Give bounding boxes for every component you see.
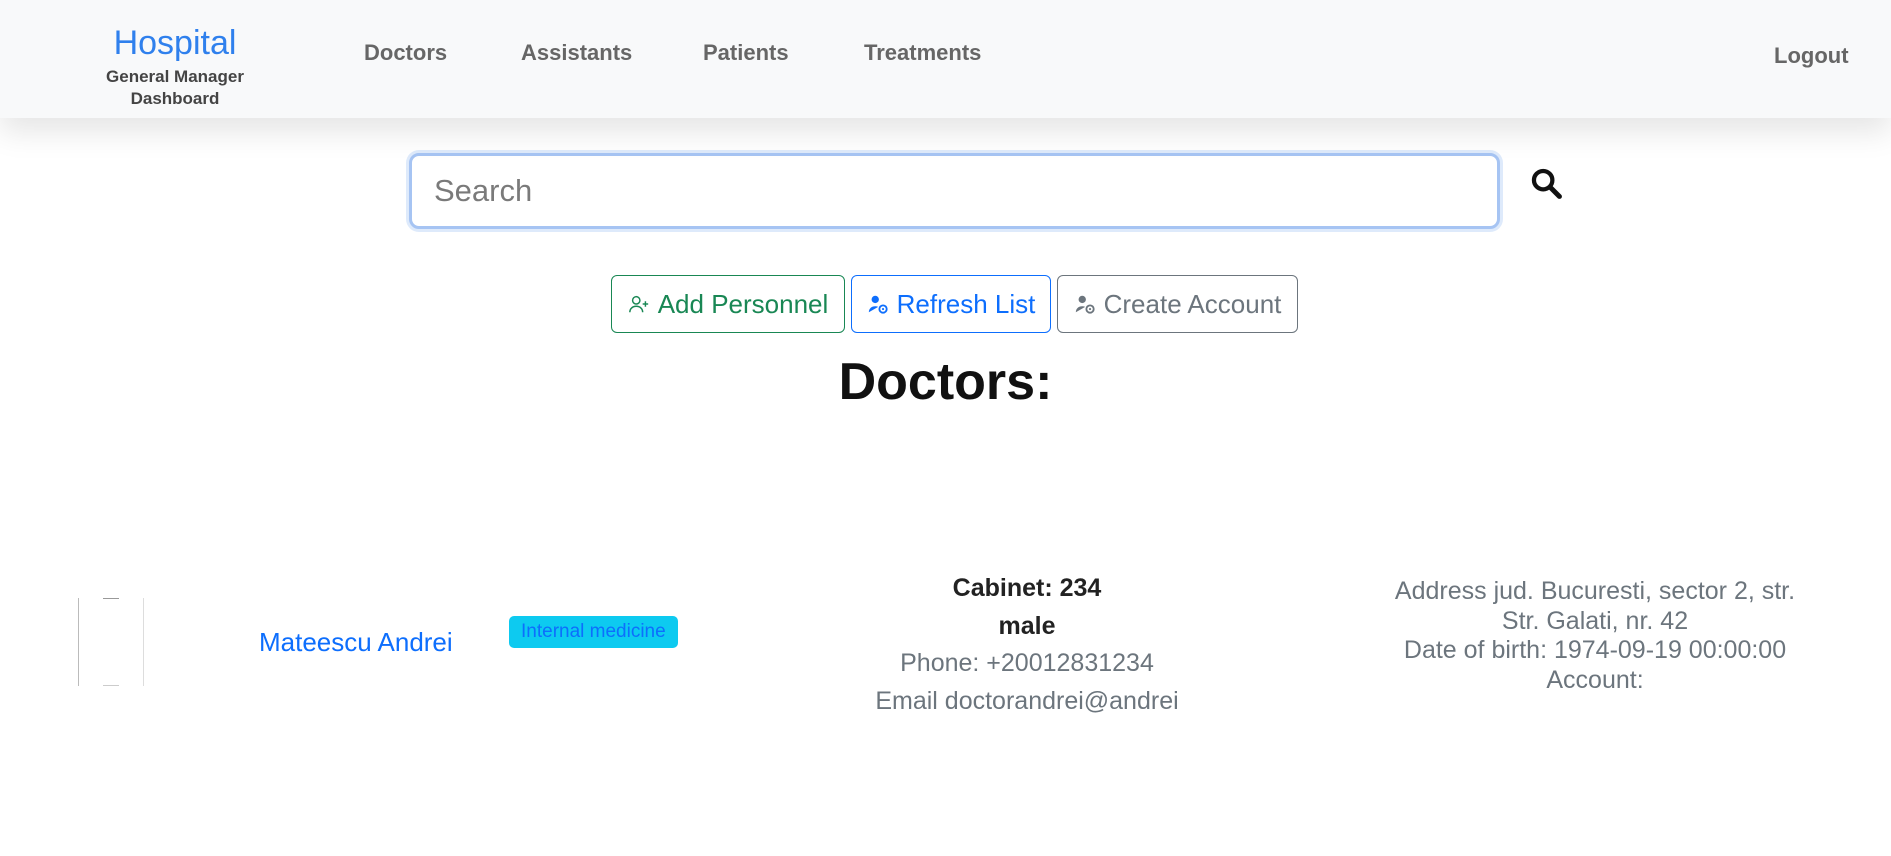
nav-link-treatments[interactable]: Treatments [864, 40, 981, 66]
search-field[interactable] [409, 153, 1500, 229]
search-input[interactable] [412, 156, 1497, 226]
cabinet-text: Cabinet: 234 [952, 574, 1102, 602]
nav-link-patients[interactable]: Patients [703, 40, 789, 66]
person-gear-icon [1075, 295, 1095, 314]
address-line-2: Str. Galati, nr. 42 [1501, 606, 1689, 635]
create-account-button[interactable]: Create Account [1057, 275, 1298, 333]
nav-link-doctors[interactable]: Doctors [364, 40, 447, 66]
email-text: Email doctorandrei@andrei [875, 686, 1179, 715]
add-personnel-button[interactable]: Add Personnel [611, 275, 845, 333]
specialty-badge: Internal medicine [509, 616, 678, 648]
brand-title[interactable]: Hospital [60, 22, 290, 64]
create-account-label: Create Account [1103, 288, 1282, 319]
search-icon[interactable] [1529, 166, 1563, 200]
doctor-name-link[interactable]: Mateescu Andrei [259, 627, 453, 658]
avatar [78, 598, 144, 686]
address-line-1: Address jud. Bucuresti, sector 2, str. [1394, 577, 1796, 605]
doctor-contact: Cabinet: 234 male Phone: +20012831234 Em… [820, 570, 1234, 720]
gender-text: male [998, 611, 1056, 640]
account-text: Account: [1546, 665, 1644, 694]
brand[interactable]: Hospital General Manager Dashboard [60, 22, 290, 110]
nav-link-assistants[interactable]: Assistants [521, 40, 632, 66]
phone-text: Phone: +20012831234 [900, 649, 1154, 677]
dob-text: Date of birth: 1974-09-19 00:00:00 [1403, 636, 1787, 664]
logout-link[interactable]: Logout [1774, 43, 1849, 69]
brand-subtitle: General Manager Dashboard [106, 67, 244, 108]
refresh-list-label: Refresh List [896, 288, 1036, 319]
section-title: Doctors: [838, 353, 1053, 411]
doctor-details: Address jud. Bucuresti, sector 2, str. S… [1362, 577, 1828, 695]
top-navbar: Hospital General Manager Dashboard Docto… [0, 0, 1891, 118]
person-plus-icon [628, 295, 648, 313]
person-gear-icon [868, 295, 888, 314]
refresh-list-button[interactable]: Refresh List [851, 275, 1051, 333]
add-personnel-label: Add Personnel [657, 288, 829, 319]
